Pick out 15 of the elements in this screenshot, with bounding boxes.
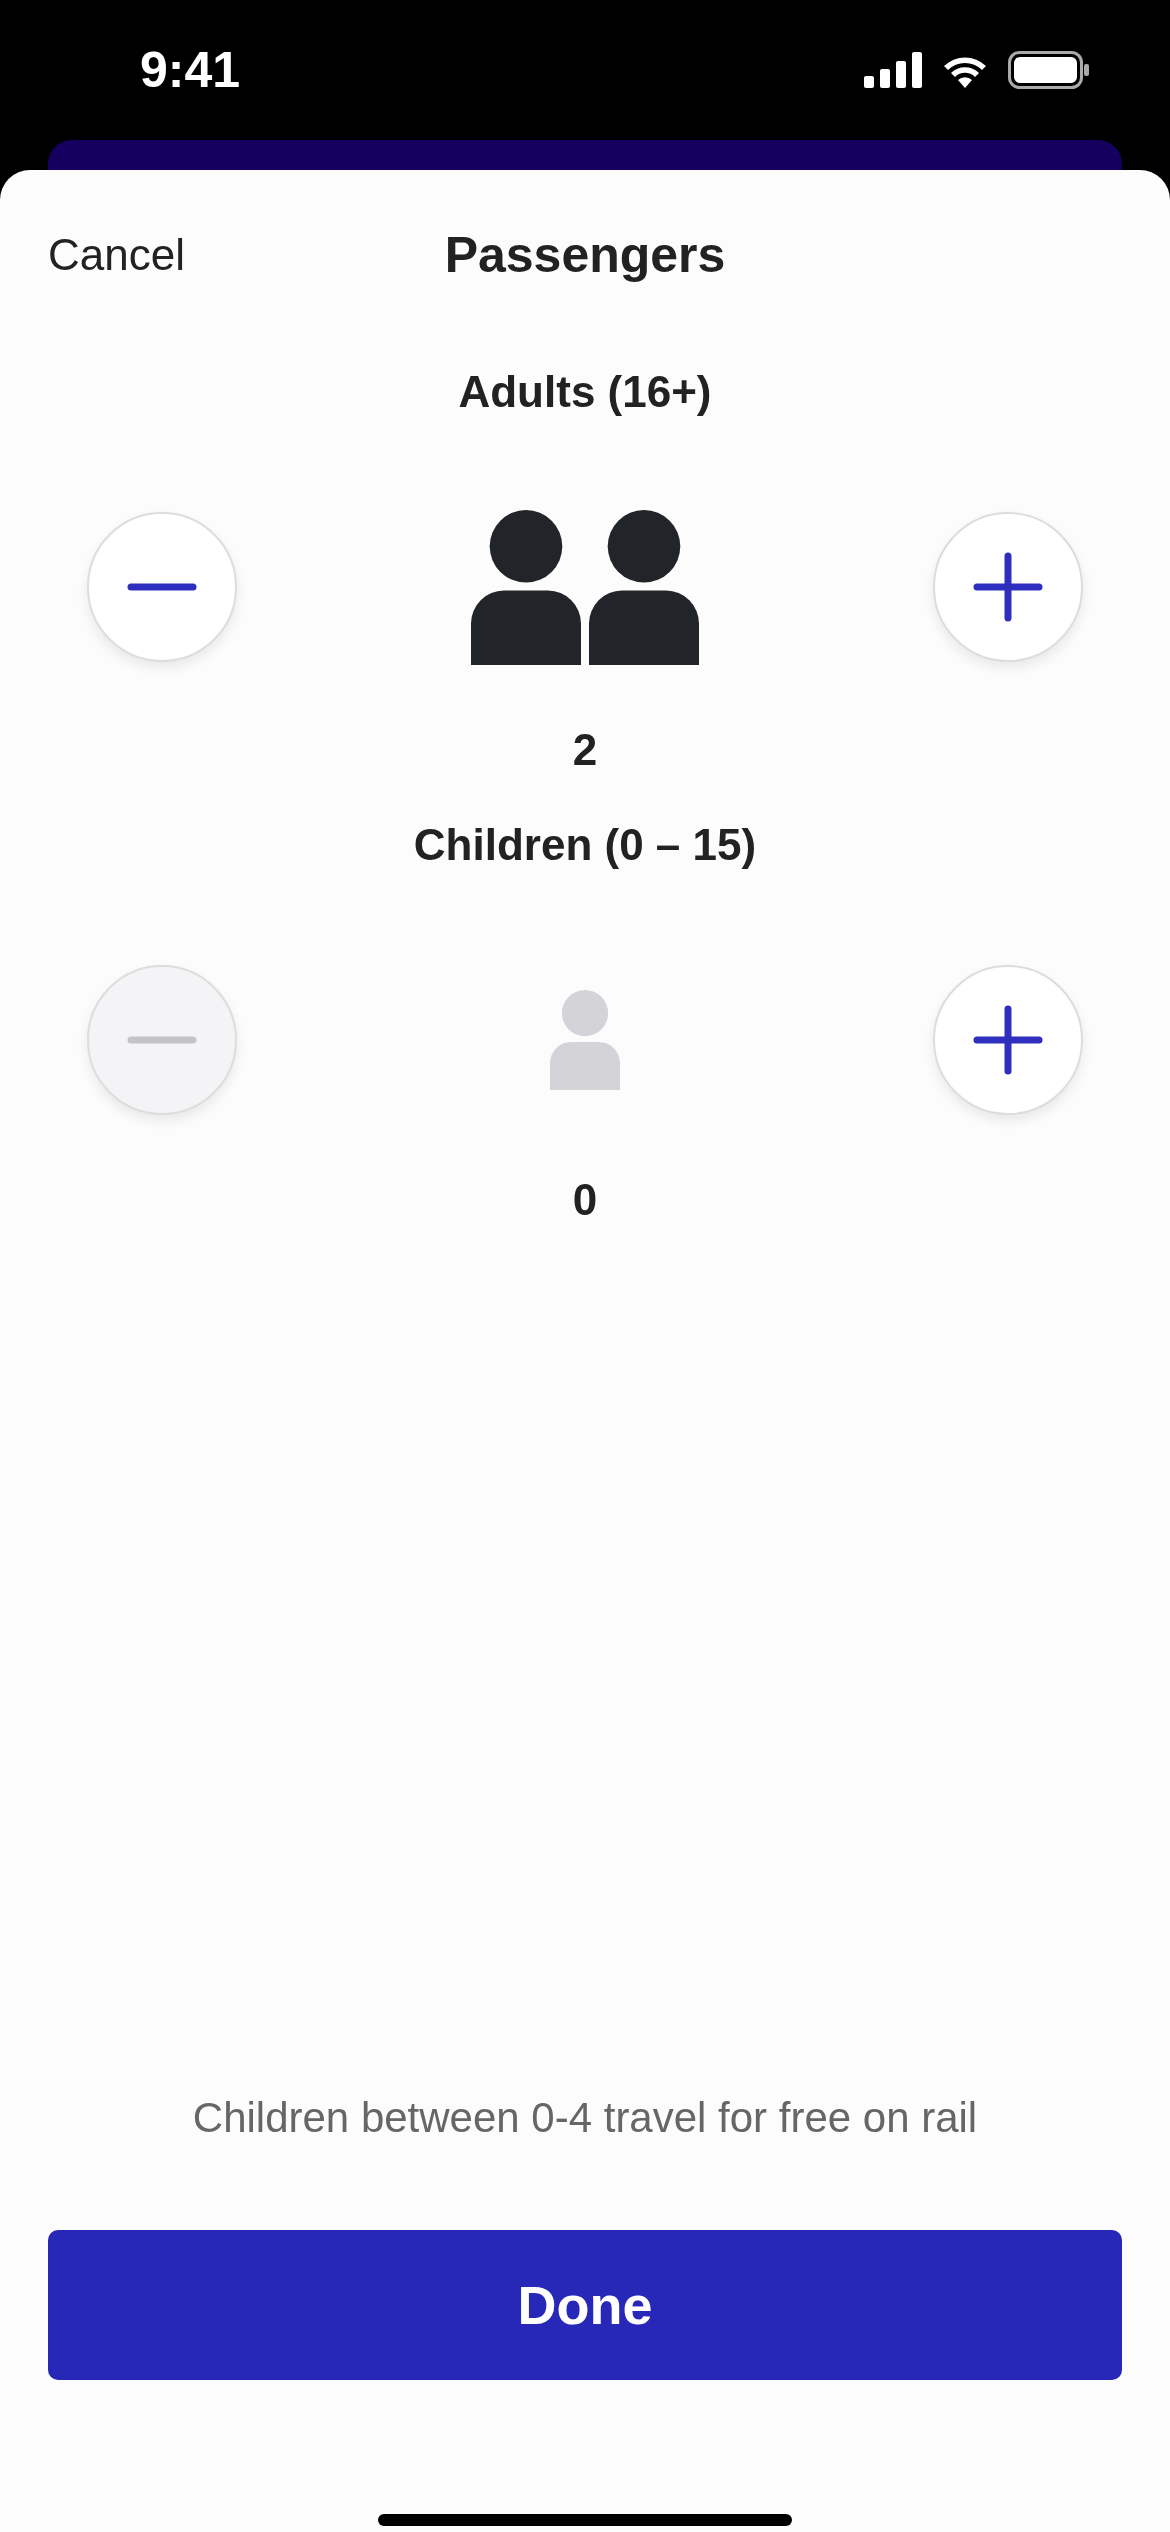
passenger-count: 0 <box>572 1174 598 1226</box>
cancel-button[interactable]: Cancel <box>48 230 185 280</box>
group-label: Children (0 – 15) <box>413 819 757 871</box>
footnote: Children between 0-4 travel for free on rail <box>191 2093 979 2143</box>
done-button[interactable]: Done <box>48 2230 1122 2380</box>
minus-icon <box>127 1036 197 1044</box>
group-label: Adults (16+) <box>458 366 712 418</box>
minus-icon <box>127 583 197 591</box>
plus-icon <box>973 552 1043 622</box>
signal-icon <box>864 52 922 88</box>
status-time: 9:41 <box>140 41 241 99</box>
sheet-title: Passengers <box>444 226 726 284</box>
plus-icon <box>973 1005 1043 1075</box>
passenger-count: 2 <box>572 724 598 776</box>
battery-icon <box>1008 51 1090 89</box>
